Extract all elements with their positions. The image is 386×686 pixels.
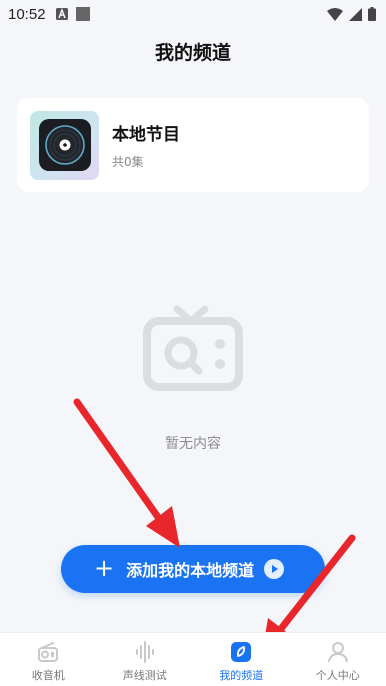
play-circle-icon [264, 559, 285, 579]
tab-label-my-channel: 我的频道 [219, 669, 264, 682]
add-button-label: 添加我的本地频道 [126, 561, 255, 580]
soundwave-icon [135, 641, 154, 663]
notification-square-icon [75, 7, 90, 21]
battery-icon [368, 7, 376, 21]
vinyl-record-icon [38, 119, 91, 171]
plus-icon: + [94, 554, 115, 582]
status-indicators [327, 7, 376, 21]
profile-icon [327, 642, 348, 663]
tab-label-profile: 个人中心 [315, 669, 360, 682]
bottom-tab-bar: 收音机 声线测试 我的频道 个人中心 [0, 632, 386, 686]
status-time: 10:52 [8, 5, 46, 23]
signal-icon [349, 7, 362, 21]
tab-label-voice-test: 声线测试 [122, 669, 167, 682]
notification-a-icon [55, 8, 68, 20]
add-local-channel-button[interactable]: + 添加我的本地频道 [61, 545, 325, 593]
my-channel-icon [231, 642, 252, 662]
tab-profile[interactable]: 个人中心 [290, 633, 386, 686]
empty-state-text: 暂无内容 [165, 436, 221, 452]
tab-my-channel[interactable]: 我的频道 [193, 633, 290, 686]
program-cover [30, 110, 99, 180]
tab-label-radio: 收音机 [31, 669, 65, 682]
local-program-card[interactable]: 本地节目 共0集 [17, 98, 369, 192]
tab-radio[interactable]: 收音机 [0, 633, 97, 686]
page-title: 我的频道 [154, 42, 231, 64]
wifi-icon [327, 7, 343, 21]
tv-search-icon [143, 305, 243, 391]
status-notifications [55, 7, 90, 21]
program-title: 本地节目 [112, 125, 180, 145]
tab-voice-test[interactable]: 声线测试 [97, 633, 194, 686]
radio-icon [38, 642, 59, 662]
program-episode-count: 共0集 [112, 155, 144, 169]
arrow-to-add-button [73, 398, 180, 548]
status-bar: 10:52 [0, 0, 386, 28]
